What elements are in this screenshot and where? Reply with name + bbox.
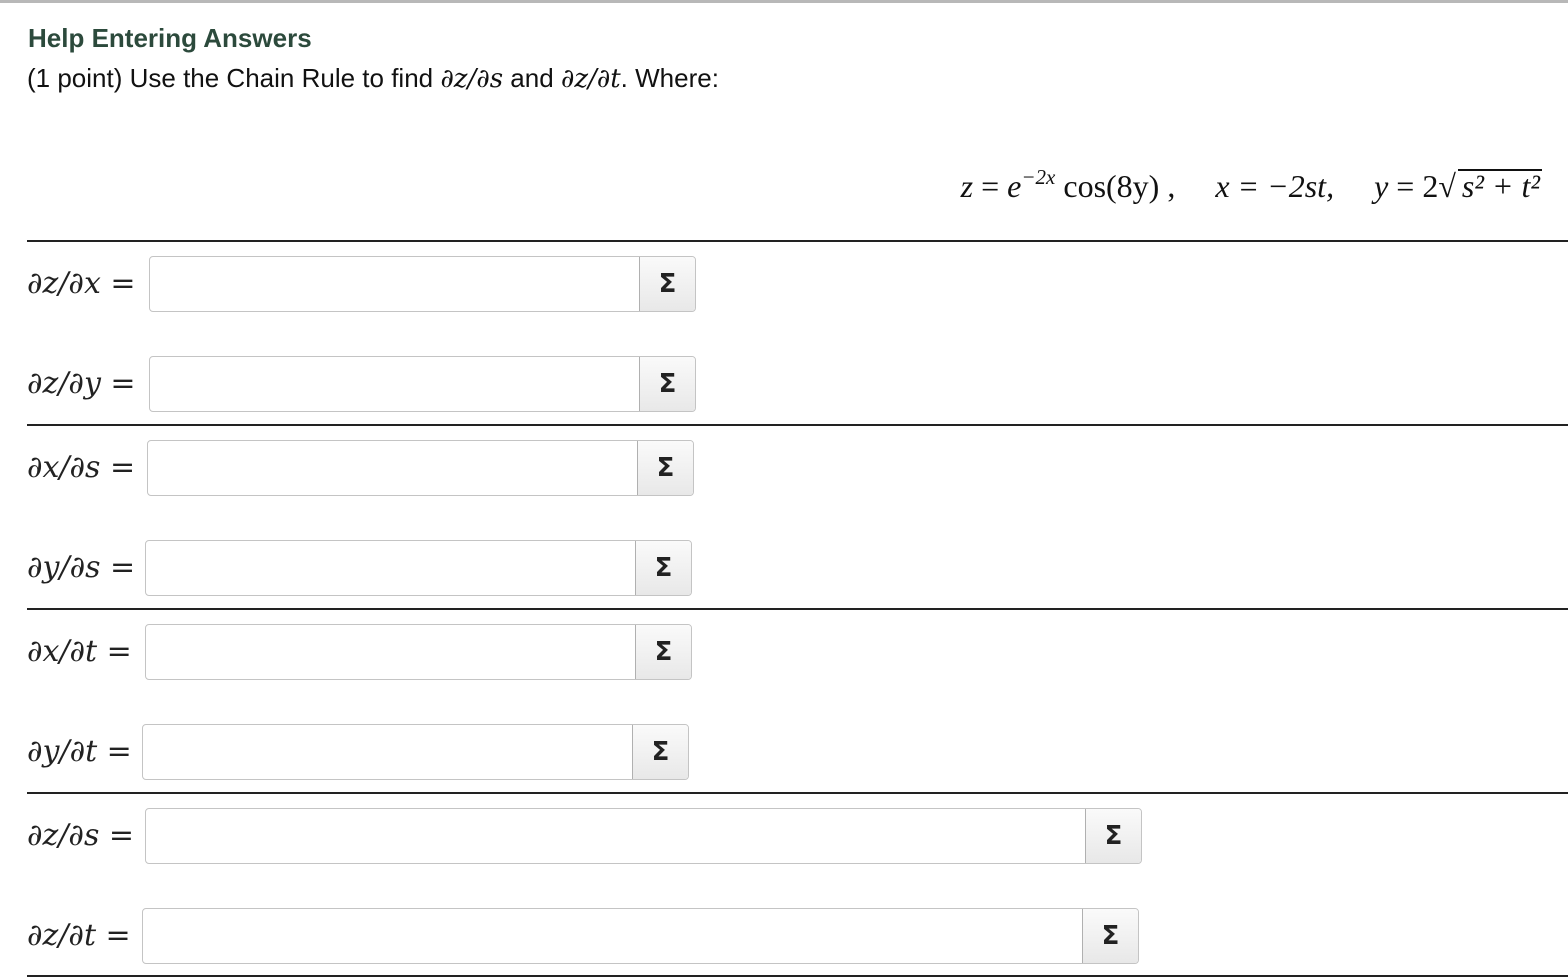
eq-y-equals: = 2√ bbox=[1388, 168, 1456, 204]
equation-editor-button[interactable]: Σ bbox=[637, 441, 693, 495]
equation-editor-button[interactable]: Σ bbox=[1085, 809, 1141, 863]
section-divider bbox=[27, 792, 1568, 794]
section-divider bbox=[27, 975, 1568, 977]
problem-derivative-s: ∂z/∂s bbox=[440, 64, 504, 94]
answer-field-dx-ds: Σ bbox=[147, 440, 694, 496]
section-divider bbox=[27, 240, 1568, 242]
section-divider bbox=[27, 424, 1568, 426]
answer-label-dz-dt: ∂z/∂t = bbox=[27, 918, 131, 953]
answer-input-dz-dx[interactable] bbox=[150, 257, 639, 311]
eq-z-exponent: −2x bbox=[1021, 165, 1056, 189]
answer-input-dz-dy[interactable] bbox=[150, 357, 639, 411]
answer-field-dz-dt: Σ bbox=[142, 908, 1139, 964]
answer-field-dy-dt: Σ bbox=[142, 724, 689, 780]
eq-x-lhs: x bbox=[1215, 168, 1230, 204]
answer-label-dx-dt: ∂x/∂t = bbox=[27, 634, 132, 669]
equation-editor-button[interactable]: Σ bbox=[639, 357, 695, 411]
answer-field-dz-dy: Σ bbox=[149, 356, 696, 412]
problem-derivative-t: ∂z/∂t bbox=[560, 64, 621, 94]
eq-z-lhs: z bbox=[960, 168, 974, 204]
eq-y-lhs: y bbox=[1374, 168, 1389, 204]
eq-y-radicand: s² + t² bbox=[1457, 169, 1542, 202]
answer-label-dz-ds: ∂z/∂s = bbox=[27, 818, 135, 853]
equation-editor-button[interactable]: Σ bbox=[635, 625, 691, 679]
help-entering-answers-link[interactable]: Help Entering Answers bbox=[28, 23, 312, 54]
answer-label-dz-dy: ∂z/∂y = bbox=[27, 366, 136, 401]
eq-z-equals: = bbox=[973, 168, 1008, 204]
answer-input-dx-ds[interactable] bbox=[148, 441, 637, 495]
eq-z-rest: cos(8y) , bbox=[1055, 168, 1176, 204]
answer-input-dz-ds[interactable] bbox=[146, 809, 1085, 863]
problem-suffix: . Where: bbox=[620, 63, 719, 93]
answer-label-dy-ds: ∂y/∂s = bbox=[27, 550, 136, 585]
equation-editor-button[interactable]: Σ bbox=[639, 257, 695, 311]
answer-label-dz-dx: ∂z/∂x = bbox=[27, 266, 136, 301]
answer-field-dx-dt: Σ bbox=[145, 624, 692, 680]
top-divider bbox=[0, 0, 1568, 3]
answer-label-dx-ds: ∂x/∂s = bbox=[27, 450, 136, 485]
answer-input-dy-ds[interactable] bbox=[146, 541, 635, 595]
answer-input-dz-dt[interactable] bbox=[143, 909, 1082, 963]
problem-prefix: (1 point) Use the Chain Rule to find bbox=[27, 63, 441, 93]
answer-field-dz-dx: Σ bbox=[149, 256, 696, 312]
eq-z-base: e bbox=[1007, 168, 1022, 204]
answer-field-dy-ds: Σ bbox=[145, 540, 692, 596]
given-equations: z = e−2x cos(8y) , x = −2st, y = 2√ s² + t² bbox=[960, 165, 1542, 205]
equation-editor-button[interactable]: Σ bbox=[632, 725, 688, 779]
section-divider bbox=[27, 608, 1568, 610]
problem-statement: (1 point) Use the Chain Rule to find ∂z/… bbox=[27, 63, 719, 94]
answer-input-dx-dt[interactable] bbox=[146, 625, 635, 679]
equation-editor-button[interactable]: Σ bbox=[1082, 909, 1138, 963]
answer-input-dy-dt[interactable] bbox=[143, 725, 632, 779]
answer-field-dz-ds: Σ bbox=[145, 808, 1142, 864]
equation-editor-button[interactable]: Σ bbox=[635, 541, 691, 595]
eq-x-rhs: = −2st, bbox=[1229, 168, 1335, 204]
answer-label-dy-dt: ∂y/∂t = bbox=[27, 734, 132, 769]
problem-and: and bbox=[503, 63, 561, 93]
